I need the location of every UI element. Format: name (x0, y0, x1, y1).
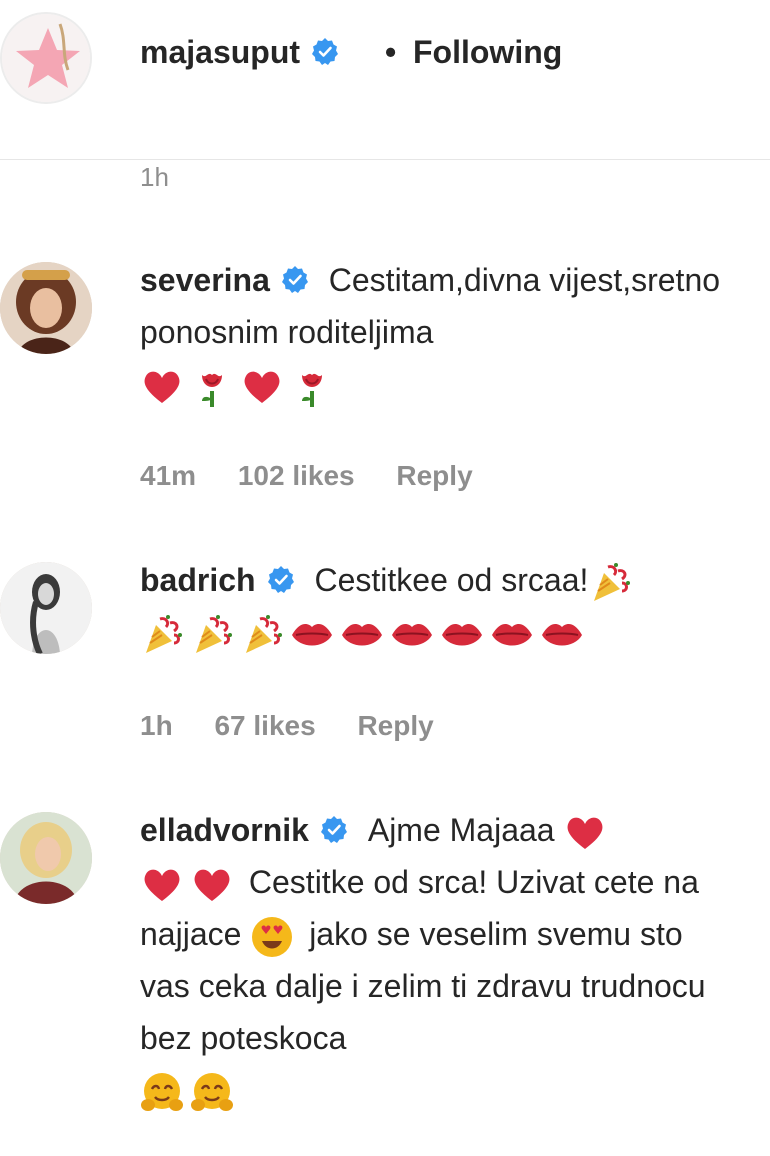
commenter-username[interactable]: severina (140, 262, 270, 298)
verified-badge-icon (281, 265, 308, 293)
party-popper-icon (190, 613, 234, 657)
red-lips-icon (290, 613, 334, 657)
rose-icon (190, 365, 234, 409)
heart-icon (240, 365, 284, 409)
red-lips-icon (440, 613, 484, 657)
commenter-avatar[interactable] (0, 262, 92, 354)
commenter-avatar[interactable] (0, 562, 92, 654)
comment-time[interactable]: 1h (140, 710, 173, 741)
hugging-face-icon (190, 1071, 234, 1115)
comment-body: severina Cestitam,divna vijest,sretno po… (140, 254, 740, 410)
reply-button[interactable]: Reply (396, 460, 472, 491)
separator-dot: • (385, 34, 397, 70)
heart-icon (140, 365, 184, 409)
profile-photo-icon (0, 562, 92, 654)
author-username[interactable]: majasuput (140, 34, 340, 71)
heart-eyes-icon (250, 915, 294, 959)
hugging-face-icon (140, 1071, 184, 1115)
comment-meta: 41m 102 likes Reply (140, 460, 507, 492)
commenter-username[interactable]: elladvornik (140, 812, 309, 848)
heart-icon (563, 811, 607, 855)
party-popper-icon (588, 561, 632, 605)
red-lips-icon (540, 613, 584, 657)
star-avatar-icon (2, 14, 90, 102)
heart-icon (190, 863, 234, 907)
verified-badge-icon (312, 37, 339, 65)
red-lips-icon (490, 613, 534, 657)
red-lips-icon (390, 613, 434, 657)
red-lips-icon (340, 613, 384, 657)
comment-body: elladvornik Ajme Majaaa Cestitke od srca… (140, 804, 740, 1116)
party-popper-icon (140, 613, 184, 657)
comment-meta: 1h 67 likes Reply (140, 710, 468, 742)
author-avatar[interactable] (0, 12, 92, 104)
comment-likes[interactable]: 102 likes (238, 460, 355, 491)
rose-icon (290, 365, 334, 409)
verified-badge-icon (320, 815, 347, 843)
comment-body: badrich Cestitkee od srcaa! (140, 554, 740, 658)
commenter-avatar[interactable] (0, 812, 92, 904)
comment-time[interactable]: 41m (140, 460, 196, 491)
comment-text: Ajme Majaaa (367, 812, 555, 848)
profile-photo-icon (0, 262, 92, 354)
following-button[interactable]: Following (413, 34, 562, 71)
commenter-username[interactable]: badrich (140, 562, 256, 598)
party-popper-icon (240, 613, 284, 657)
post-time[interactable]: 1h (140, 162, 169, 193)
profile-photo-icon (0, 812, 92, 904)
verified-badge-icon (267, 565, 294, 593)
comment-likes[interactable]: 67 likes (214, 710, 315, 741)
comment-text: Cestitkee od srcaa! (314, 562, 589, 598)
post-header: majasuput • Following (0, 0, 770, 160)
author-username-text[interactable]: majasuput (140, 34, 300, 70)
reply-button[interactable]: Reply (357, 710, 433, 741)
heart-icon (140, 863, 184, 907)
